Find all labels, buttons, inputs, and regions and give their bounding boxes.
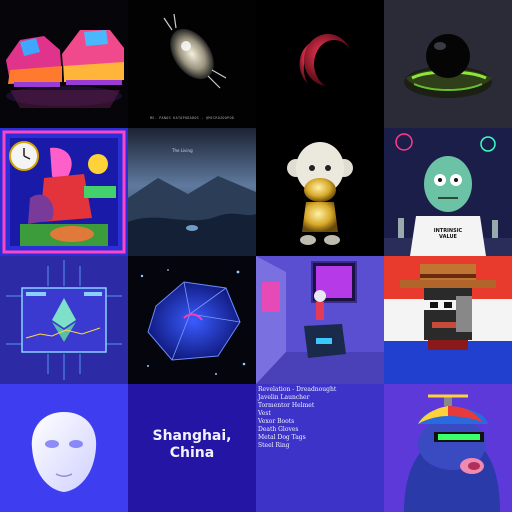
ornate-illustration-artwork <box>2 130 126 254</box>
ethereum-circuit-artwork <box>6 260 122 380</box>
nft-tile-location-card[interactable]: Shanghai, China <box>128 384 256 512</box>
nft-tile-gold-monkey[interactable] <box>256 128 384 256</box>
list-item: Revelation - Dreadnought <box>258 386 337 393</box>
pixel-cowboy-artwork <box>384 256 512 384</box>
nft-tile-gallery-room[interactable] <box>256 256 384 384</box>
gold-monkey-artwork <box>287 142 353 245</box>
city-label: Shanghai, China <box>152 428 232 461</box>
gallery-room-artwork <box>256 256 384 384</box>
nft-tile-ethereum-circuit[interactable] <box>0 256 128 384</box>
artwork-title: The Living <box>172 148 193 153</box>
shirt-text: INTRINSIC VALUE <box>433 228 463 240</box>
nft-tile-sneakers[interactable] <box>0 0 128 128</box>
list-item: Death Gloves <box>258 426 299 433</box>
nft-tile-pixel-cowboy[interactable] <box>384 256 512 384</box>
list-item: Metal Dog Tags <box>258 434 306 441</box>
nft-tile-item-list[interactable]: Revelation - Dreadnought Javelin Launche… <box>256 384 384 512</box>
artwork-caption: MS. PANOS KATOPODADOS - @MICROZOOPOD <box>149 116 235 120</box>
list-item: Tormentor Helmet <box>258 402 315 409</box>
list-item: Vexor Boots <box>258 418 295 425</box>
nft-tile-ornate-illustration[interactable] <box>0 128 128 256</box>
list-item: Steel Ring <box>258 442 290 449</box>
black-orb-artwork <box>404 34 492 98</box>
nft-tile-zombie[interactable]: INTRINSIC VALUE <box>384 128 512 256</box>
item-list: Revelation - Dreadnought Javelin Launche… <box>258 386 336 450</box>
nft-tile-crimson-crescent[interactable] <box>256 0 384 128</box>
sparkling-gem-artwork <box>140 269 246 375</box>
crimson-crescent-artwork <box>299 34 354 88</box>
sneakers-artwork <box>6 30 124 108</box>
nft-tile-misty-landscape[interactable]: The Living <box>128 128 256 256</box>
microorganism-artwork <box>163 13 227 89</box>
list-item: Vest <box>258 410 271 417</box>
nft-gallery-grid: MS. PANOS KATOPODADOS - @MICROZOOPOD The… <box>0 0 512 512</box>
white-mask-artwork <box>0 384 128 512</box>
nft-tile-propeller-ape[interactable] <box>384 384 512 512</box>
nft-tile-white-mask[interactable] <box>0 384 128 512</box>
nft-tile-black-orb[interactable] <box>384 0 512 128</box>
propeller-ape-artwork <box>384 384 512 512</box>
list-item: Javelin Launcher <box>258 394 310 401</box>
nft-tile-microorganism[interactable]: MS. PANOS KATOPODADOS - @MICROZOOPOD <box>128 0 256 128</box>
nft-tile-sparkling-gem[interactable] <box>128 256 256 384</box>
